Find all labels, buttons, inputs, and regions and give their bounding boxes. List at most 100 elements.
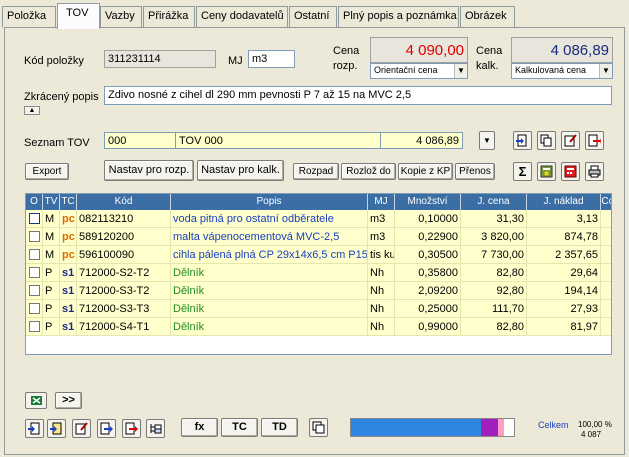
col-header-tc[interactable]: TC [60, 194, 77, 210]
printer-icon [588, 165, 601, 178]
collapse-icon[interactable]: ▲ [24, 106, 40, 115]
table-row[interactable]: Mpc 596100090 cihla pálená plná CP 29x14x6… [26, 246, 611, 264]
rozpad-button[interactable]: Rozpad [293, 163, 339, 180]
tc-button[interactable]: TC [221, 418, 258, 437]
mj-field[interactable]: m3 [248, 50, 295, 68]
insert-yellow-button[interactable] [47, 419, 66, 438]
row-checkbox[interactable] [29, 231, 40, 242]
cost-distribution-bar [350, 418, 515, 437]
seznam-tov-name[interactable]: TOV 000 [175, 132, 381, 149]
delete-row-button[interactable] [122, 419, 141, 438]
kod-polozky-label: Kód položky [24, 55, 84, 67]
delete-document-icon [588, 134, 601, 147]
table-row[interactable]: Ps1 712000-S3-T3 Dělník Nh 0,25000 111,70 27,9… [26, 300, 611, 318]
calculator-icon [564, 165, 577, 178]
insert-row-button[interactable] [25, 419, 44, 438]
delete-row-icon [125, 422, 138, 435]
next-button[interactable]: >> [55, 392, 82, 409]
chevron-down-icon[interactable]: ▼ [454, 64, 467, 78]
table-row[interactable]: Ps1 712000-S3-T2 Dělník Nh 2,09200 92,80 194,1… [26, 282, 611, 300]
table-row[interactable]: Mpc 082113210 voda pitná pro ostatní odběr… [26, 210, 611, 228]
col-header-kod[interactable]: Kód [77, 194, 171, 210]
calc-button[interactable] [537, 162, 556, 181]
sigma-icon: Σ [518, 164, 527, 179]
excel-button[interactable] [25, 392, 47, 409]
tab-ostatni[interactable]: Ostatní [289, 6, 337, 27]
row-checkbox[interactable] [29, 303, 40, 314]
tab-obrazek[interactable]: Obrázek [460, 6, 515, 27]
col-header-tv[interactable]: TV [43, 194, 60, 210]
row-checkbox[interactable] [29, 321, 40, 332]
grid-header: O TV TC Kód Popis MJ Množství J. cena J.… [26, 194, 611, 210]
tab-ceny-dodavatelu[interactable]: Ceny dodavatelů [196, 6, 288, 27]
cell-mj: Nh [368, 282, 395, 300]
calculator-button[interactable] [561, 162, 580, 181]
insert-note-icon [50, 422, 62, 435]
col-header-jcena[interactable]: J. cena [461, 194, 527, 210]
celkem-value: 4 087 [581, 430, 602, 439]
cell-popis: Dělník [171, 318, 368, 336]
row-checkbox[interactable] [29, 213, 40, 224]
zkraceny-popis-field[interactable]: Zdivo nosné z cihel dl 290 mm pevnosti P… [104, 86, 612, 105]
bar-segment-other [498, 419, 504, 436]
row-checkbox[interactable] [29, 285, 40, 296]
row-checkbox-cell [26, 300, 43, 318]
seznam-tov-code[interactable]: 000 [104, 132, 176, 149]
export-button[interactable]: Export [25, 163, 69, 180]
window-button[interactable] [309, 418, 328, 437]
edit-button[interactable] [561, 131, 580, 150]
cell-popis: Dělník [171, 264, 368, 282]
chevron-down-icon[interactable]: ▼ [599, 64, 612, 78]
col-header-o[interactable]: O [26, 194, 43, 210]
tab-vazby[interactable]: Vazby [100, 6, 142, 27]
row-checkbox-cell [26, 318, 43, 336]
tab-polozka[interactable]: Položka [2, 6, 56, 27]
cell-mj: Nh [368, 318, 395, 336]
tov-dropdown-button[interactable]: ▼ [479, 131, 495, 150]
row-checkbox[interactable] [29, 249, 40, 260]
row-checkbox[interactable] [29, 267, 40, 278]
nastav-rozp-button[interactable]: Nastav pro rozp. [104, 160, 194, 181]
print-button[interactable] [585, 162, 604, 181]
tree-list-icon [150, 424, 162, 434]
table-row[interactable]: Ps1 712000-S2-T2 Dělník Nh 0,35800 82,80 29,64 [26, 264, 611, 282]
bar-segment-material [351, 419, 481, 436]
new-doc-button[interactable] [513, 131, 532, 150]
td-button[interactable]: TD [261, 418, 298, 437]
cell-jnaklad: 3,13 [527, 210, 601, 228]
cell-mj: m3 [368, 228, 395, 246]
edit-row-button[interactable] [72, 419, 91, 438]
move-row-button[interactable] [97, 419, 116, 438]
cena-rozp-label: Cena [333, 45, 360, 57]
col-header-mnozstvi[interactable]: Množství [395, 194, 461, 210]
seznam-tov-label: Seznam TOV [24, 137, 90, 149]
delete-doc-button[interactable] [585, 131, 604, 150]
tab-prirazka[interactable]: Přirážka [143, 6, 195, 27]
cell-popis: Dělník [171, 282, 368, 300]
kopie-z-kp-button[interactable]: Kopie z KP [398, 163, 453, 180]
rozloz-button[interactable]: Rozlož do [341, 163, 396, 180]
cell-kod: 712000-S4-T1 [77, 318, 171, 336]
sum-button[interactable]: Σ [513, 162, 532, 181]
fx-button[interactable]: fx [181, 418, 218, 437]
cell-tc: pc [60, 228, 77, 246]
nastav-kalk-button[interactable]: Nastav pro kalk. [197, 160, 284, 181]
cena-rozp-value: 4 090,00 [370, 37, 468, 63]
prenos-button[interactable]: Přenos [455, 163, 495, 180]
cell-tc: s1 [60, 318, 77, 336]
cell-mnozstvi: 0,10000 [395, 210, 461, 228]
table-row[interactable]: Mpc 589120200 malta vápenocementová MVC-2,… [26, 228, 611, 246]
tree-button[interactable] [146, 419, 165, 438]
col-header-cc[interactable]: Cc [601, 194, 611, 210]
tab-plny-popis[interactable]: Plný popis a poznámka [338, 6, 459, 27]
col-header-mj[interactable]: MJ [368, 194, 395, 210]
edit-row-icon [75, 422, 88, 435]
col-header-popis[interactable]: Popis [171, 194, 368, 210]
tab-tov[interactable]: TOV [57, 3, 100, 29]
copy-button[interactable] [537, 131, 556, 150]
col-header-jnaklad[interactable]: J. náklad [527, 194, 601, 210]
cell-tv: P [43, 318, 60, 336]
cena-kalk-select[interactable]: Kalkulovaná cena [511, 63, 613, 79]
cell-tv: M [43, 228, 60, 246]
table-row[interactable]: Ps1 712000-S4-T1 Dělník Nh 0,99000 82,80 81,97 [26, 318, 611, 336]
